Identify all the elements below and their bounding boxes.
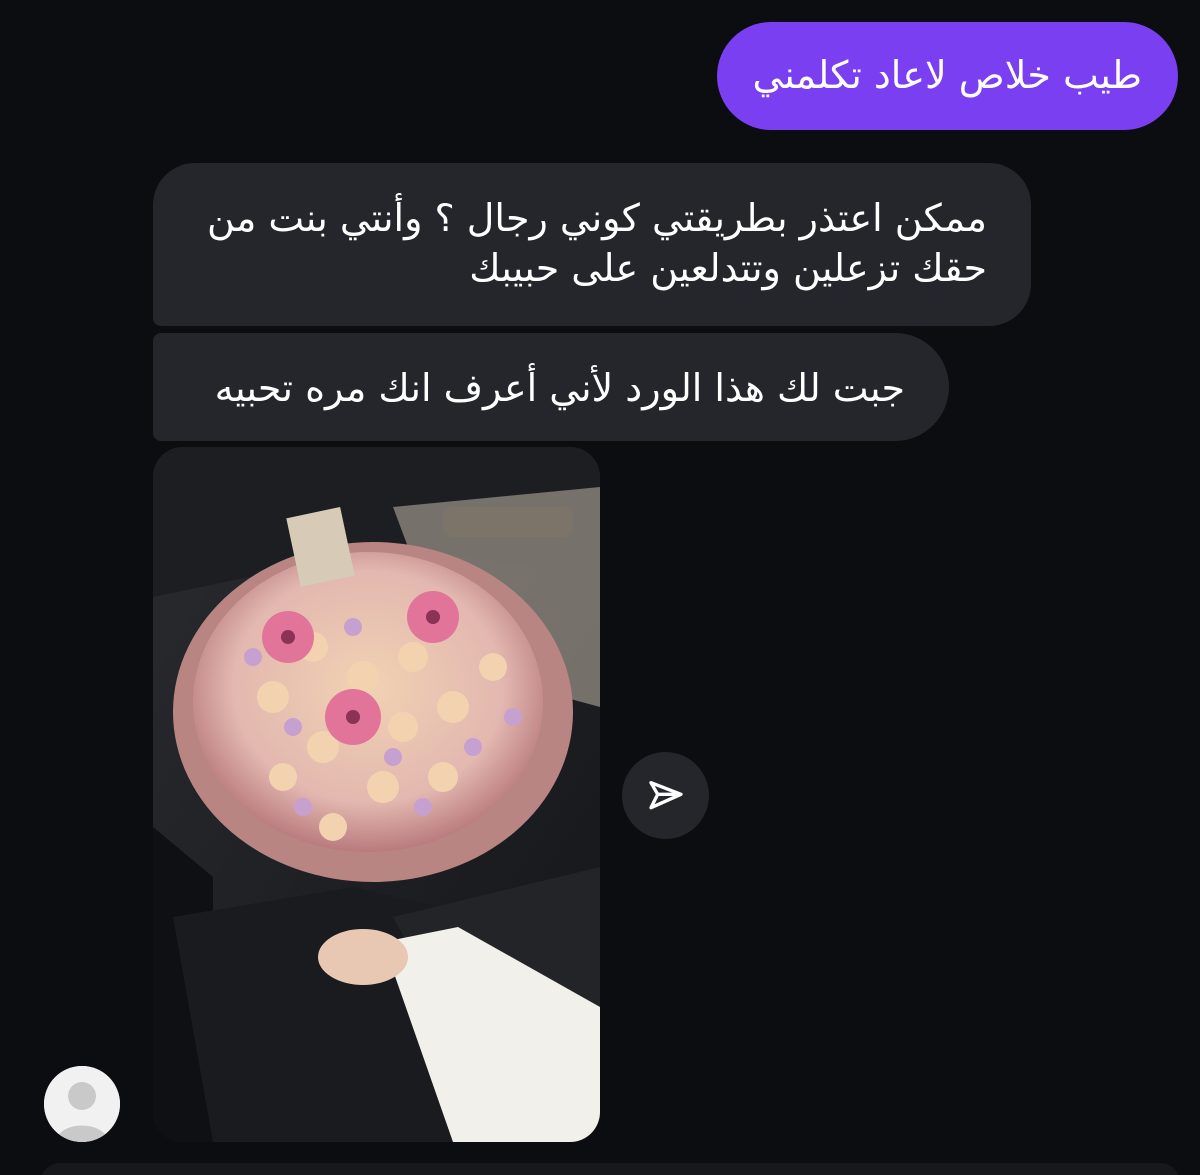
share-button[interactable]	[622, 752, 709, 839]
incoming-message-text-line-1: ممكن اعتذر بطريقتي كوني رجال ؟ وأنتي بنت…	[207, 196, 987, 240]
default-user-avatar-icon	[44, 1066, 120, 1142]
incoming-message-text: جبت لك هذا الورد لأني أعرف انك مره تحبيه	[214, 366, 905, 410]
outgoing-message-text: طيب خلاص لاعاد تكلمني	[752, 53, 1142, 97]
bouquet-image	[153, 447, 600, 1142]
incoming-message-text-line-2: حقك تزعلين وتتدلعين على حبيبك	[469, 246, 987, 290]
paper-plane-icon	[648, 780, 683, 809]
incoming-message-bubble-2[interactable]: جبت لك هذا الورد لأني أعرف انك مره تحبيه	[153, 333, 949, 441]
outgoing-message-bubble[interactable]: طيب خلاص لاعاد تكلمني	[716, 22, 1178, 130]
flower-bouquet-photo[interactable]	[153, 447, 600, 1142]
chat-thread: طيب خلاص لاعاد تكلمني ممكن اعتذر بطريقتي…	[0, 0, 1200, 1175]
incoming-message-bubble[interactable]: ممكن اعتذر بطريقتي كوني رجال ؟ وأنتي بنت…	[153, 163, 1031, 326]
composer-bar[interactable]	[40, 1163, 1180, 1175]
sender-avatar[interactable]	[44, 1066, 120, 1142]
